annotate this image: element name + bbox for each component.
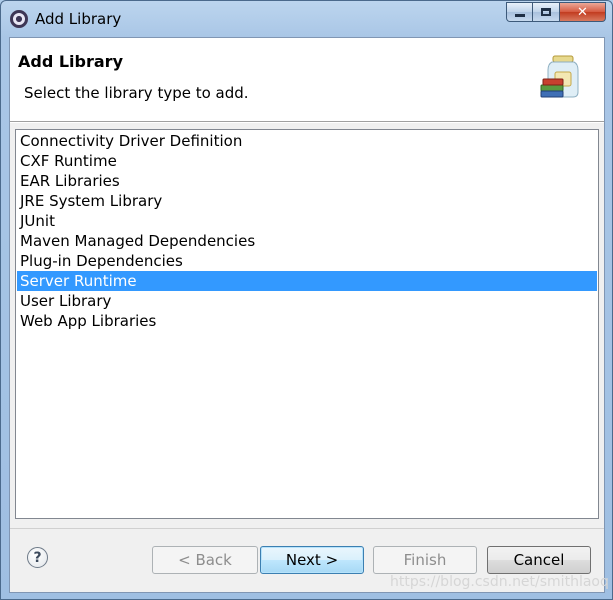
maximize-icon [541, 8, 551, 16]
library-type-item[interactable]: Plug-in Dependencies [17, 251, 597, 271]
banner-description: Select the library type to add. [24, 84, 249, 102]
window-controls: ✕ [506, 2, 606, 23]
finish-button[interactable]: Finish [373, 546, 477, 574]
library-type-item[interactable]: Web App Libraries [17, 311, 597, 331]
close-icon: ✕ [577, 4, 588, 20]
library-type-item[interactable]: JRE System Library [17, 191, 597, 211]
eclipse-icon [10, 10, 28, 28]
library-type-item[interactable]: EAR Libraries [17, 171, 597, 191]
close-button[interactable]: ✕ [560, 2, 606, 22]
window-title: Add Library [35, 10, 122, 28]
library-type-item[interactable]: CXF Runtime [17, 151, 597, 171]
library-type-item[interactable]: Maven Managed Dependencies [17, 231, 597, 251]
library-jar-icon [540, 55, 579, 98]
help-icon: ? [33, 549, 42, 566]
add-library-dialog: Add Library ✕ Add Library Select the lib… [0, 0, 613, 600]
title-bar[interactable]: Add Library ✕ [1, 1, 612, 37]
library-type-item-selected[interactable]: Server Runtime [17, 271, 597, 291]
maximize-button[interactable] [533, 2, 560, 22]
watermark: https://blog.csdn.net/smithlaoq [390, 574, 609, 590]
cancel-button[interactable]: Cancel [487, 546, 591, 574]
help-button[interactable]: ? [27, 547, 48, 568]
library-type-item[interactable]: Connectivity Driver Definition [17, 131, 597, 151]
footer-separator [10, 528, 604, 529]
banner-separator [10, 122, 604, 123]
minimize-button[interactable] [506, 2, 533, 22]
wizard-banner: Add Library Select the library type to a… [10, 38, 604, 122]
minimize-icon [514, 14, 525, 17]
library-type-list[interactable]: Connectivity Driver Definition CXF Runti… [15, 129, 599, 519]
back-button[interactable]: < Back [152, 546, 258, 574]
banner-title: Add Library [18, 52, 123, 71]
dialog-content: Add Library Select the library type to a… [9, 37, 609, 593]
next-button[interactable]: Next > [260, 546, 364, 574]
library-type-item[interactable]: User Library [17, 291, 597, 311]
library-type-item[interactable]: JUnit [17, 211, 597, 231]
